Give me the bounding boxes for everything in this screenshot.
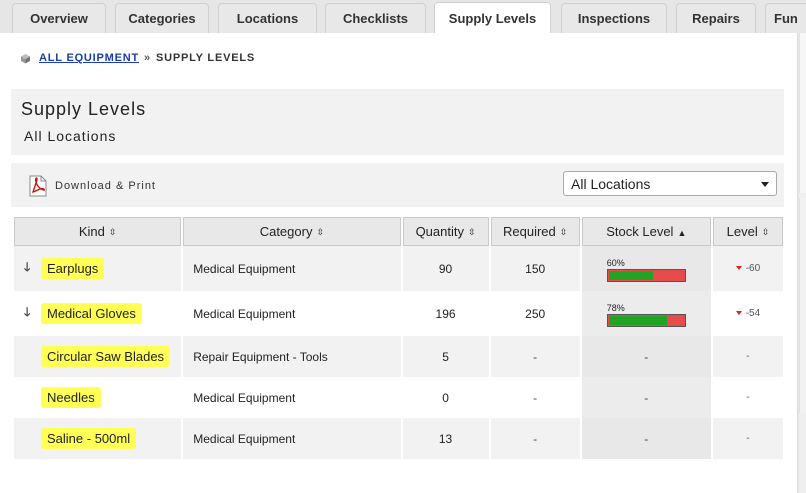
decrease-icon — [735, 311, 742, 316]
kind-label[interactable]: Circular Saw Blades — [41, 346, 171, 367]
page-subtitle: All Locations — [24, 128, 117, 144]
download-print-button[interactable]: Download & Print — [28, 175, 156, 197]
level-cell: - — [712, 336, 783, 377]
stock-level-label: 60% — [606, 258, 625, 268]
stock-level-cell: 78% — [581, 291, 711, 336]
column-header-required[interactable]: Required ⇳ — [490, 217, 580, 246]
quantity-cell: 90 — [402, 246, 489, 291]
tab-fun[interactable]: Fun — [765, 3, 806, 33]
tab-checklists[interactable]: Checklists — [325, 3, 426, 33]
sort-icon: ⇳ — [559, 227, 568, 238]
download-print-label: Download & Print — [55, 180, 156, 192]
chevron-down-icon — [761, 182, 769, 187]
page-title: Supply Levels — [21, 99, 147, 119]
column-header-category[interactable]: Category ⇳ — [183, 217, 401, 246]
sort-ascending-icon: ▲ — [677, 227, 687, 238]
required-cell: 150 — [490, 246, 580, 291]
level-cell: - — [712, 377, 783, 418]
table-row: Needles Medical Equipment 0 - - - — [14, 377, 783, 418]
kind-label[interactable]: Needles — [41, 387, 101, 408]
table-row: Saline - 500ml Medical Equipment 13 - - … — [14, 418, 783, 459]
quantity-cell: 0 — [402, 377, 489, 418]
level-cell: -60 — [712, 246, 783, 291]
equipment-icon — [21, 53, 30, 63]
tab-categories[interactable]: Categories — [115, 3, 209, 33]
table-row: 🡓 Medical Gloves Medical Equipment 196 25… — [14, 291, 783, 336]
breadcrumb-all-equipment-link[interactable]: ALL EQUIPMENT — [39, 52, 139, 64]
column-header-stock-level[interactable]: Stock Level ▲ — [581, 217, 711, 246]
column-header-quantity[interactable]: Quantity ⇳ — [402, 217, 489, 246]
tab-overview[interactable]: Overview — [12, 3, 106, 33]
level-cell: -54 — [712, 291, 783, 336]
toolbar: Download & Print All Locations — [11, 163, 784, 207]
quantity-cell: 5 — [402, 336, 489, 377]
stock-level-cell: - — [581, 377, 711, 418]
required-cell: - — [490, 418, 580, 459]
column-header-kind[interactable]: Kind ⇳ — [14, 217, 182, 246]
location-select[interactable]: All Locations — [563, 171, 777, 196]
stock-level-bar — [606, 314, 686, 327]
quantity-cell: 13 — [402, 418, 489, 459]
breadcrumb-current: SUPPLY LEVELS — [155, 52, 256, 64]
required-cell: - — [490, 377, 580, 418]
category-cell: Repair Equipment - Tools — [183, 336, 401, 377]
tab-bar: Overview Categories Locations Checklists… — [0, 0, 806, 34]
breadcrumb-separator: » — [144, 52, 151, 64]
quantity-cell: 196 — [402, 291, 489, 336]
side-panel-strip — [799, 33, 806, 493]
table-row: 🡓 Earplugs Medical Equipment 90 150 60% -… — [14, 246, 783, 291]
arrow-down-icon: 🡓 — [24, 305, 31, 319]
category-cell: Medical Equipment — [183, 291, 401, 336]
stock-level-fill — [608, 271, 653, 280]
arrow-down-icon: 🡓 — [24, 260, 31, 274]
tab-locations[interactable]: Locations — [218, 3, 317, 33]
kind-label[interactable]: Medical Gloves — [41, 303, 142, 324]
stock-level-fill — [608, 316, 667, 325]
kind-label[interactable]: Earplugs — [41, 258, 105, 279]
category-cell: Medical Equipment — [183, 377, 401, 418]
tab-repairs[interactable]: Repairs — [676, 3, 756, 33]
page-header: Supply Levels All Locations — [11, 89, 784, 155]
level-cell: - — [712, 418, 783, 459]
supply-levels-table: Kind ⇳ Category ⇳ Quantity ⇳ Required ⇳ Stoc… — [12, 217, 785, 459]
decrease-icon — [735, 266, 742, 271]
pdf-icon — [29, 175, 47, 197]
stock-level-cell: - — [581, 418, 711, 459]
sort-icon: ⇳ — [316, 227, 324, 238]
tab-supply-levels[interactable]: Supply Levels — [434, 2, 551, 34]
stock-level-label: 78% — [606, 303, 625, 313]
table-row: Circular Saw Blades Repair Equipment - T… — [14, 336, 783, 377]
required-cell: 250 — [490, 291, 580, 336]
stock-level-cell: 60% — [581, 246, 711, 291]
sort-icon: ⇳ — [467, 227, 476, 238]
stock-level-bar — [606, 269, 686, 282]
location-select-value: All Locations — [571, 175, 651, 192]
required-cell: - — [490, 336, 580, 377]
category-cell: Medical Equipment — [183, 418, 401, 459]
kind-label[interactable]: Saline - 500ml — [41, 428, 137, 449]
breadcrumb: ALL EQUIPMENT » SUPPLY LEVELS — [20, 52, 255, 64]
sort-icon: ⇳ — [761, 227, 770, 238]
stock-level-cell: - — [581, 336, 711, 377]
tab-inspections[interactable]: Inspections — [561, 3, 667, 33]
category-cell: Medical Equipment — [183, 246, 401, 291]
sort-icon: ⇳ — [108, 227, 117, 238]
column-header-level[interactable]: Level ⇳ — [712, 217, 783, 246]
